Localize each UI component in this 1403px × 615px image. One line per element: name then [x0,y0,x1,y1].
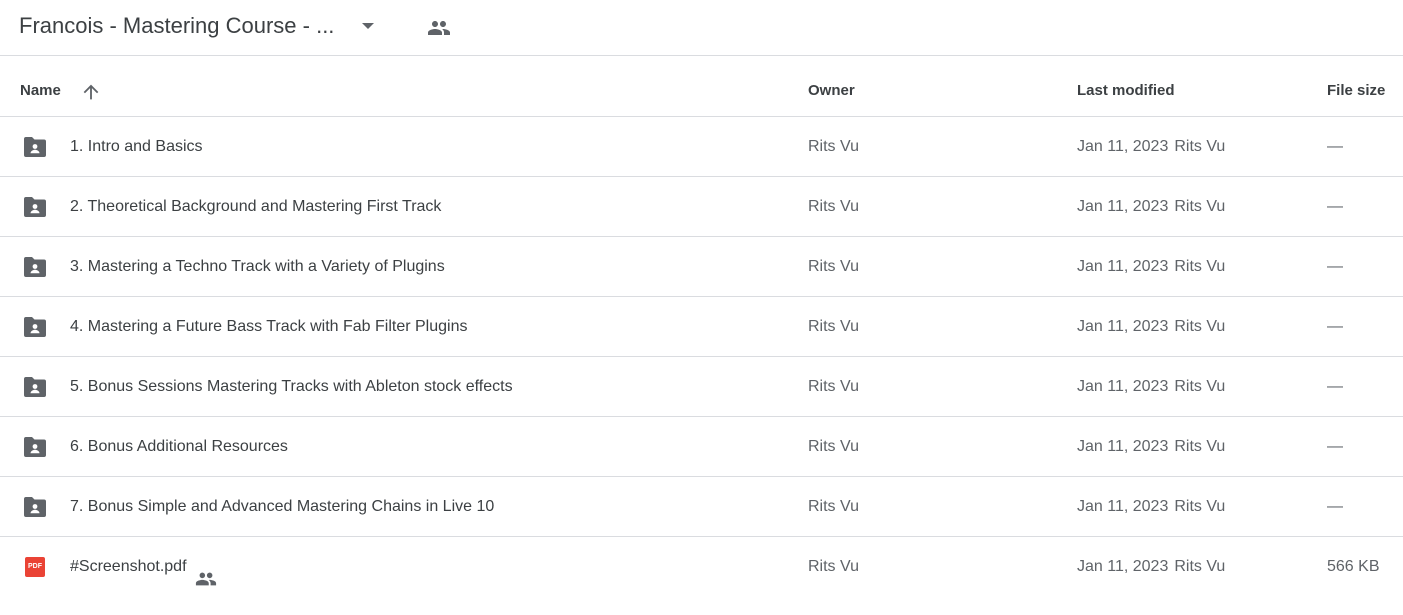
item-name[interactable]: 3. Mastering a Techno Track with a Varie… [70,237,445,296]
item-name-cell[interactable]: 6. Bonus Additional Resources [70,417,288,476]
folder-row[interactable]: 3. Mastering a Techno Track with a Varie… [0,237,1403,297]
folder-row[interactable]: 5. Bonus Sessions Mastering Tracks with … [0,357,1403,417]
folder-title[interactable]: Francois - Mastering Course - ... [19,13,334,39]
owner-cell: Rits Vu [808,498,859,515]
breadcrumb[interactable]: Francois - Mastering Course - ... [19,12,334,40]
shared-people-icon [195,556,217,585]
file-list: 1. Intro and Basics Rits Vu Jan 11, 2023 Ri… [0,117,1403,597]
modified-by: Rits Vu [1174,138,1226,155]
shared-folder-icon [22,255,48,279]
modified-by: Rits Vu [1174,258,1226,275]
folder-row[interactable]: 1. Intro and Basics Rits Vu Jan 11, 2023 Ri… [0,117,1403,177]
folder-row[interactable]: 4. Mastering a Future Bass Track with Fa… [0,297,1403,357]
folder-row[interactable]: 2. Theoretical Background and Mastering … [0,177,1403,237]
file-size-cell: — [1327,138,1343,155]
modified-by: Rits Vu [1174,318,1226,335]
owner-cell: Rits Vu [808,438,859,455]
item-name[interactable]: 7. Bonus Simple and Advanced Mastering C… [70,477,494,536]
item-name-cell[interactable]: 3. Mastering a Techno Track with a Varie… [70,237,445,296]
arrow-drop-down-icon[interactable] [360,20,376,32]
item-name[interactable]: 1. Intro and Basics [70,117,203,176]
shared-folder-icon [22,495,48,519]
modified-by: Rits Vu [1174,378,1226,395]
last-modified-cell: Jan 11, 2023 Rits Vu [1077,297,1225,356]
shared-folder-icon [22,315,48,339]
shared-folder-icon [22,135,48,159]
item-name-cell[interactable]: 1. Intro and Basics [70,117,203,176]
column-header-name[interactable]: Name [20,57,61,116]
column-header-row: Name Owner Last modified File size [0,57,1403,117]
last-modified-cell: Jan 11, 2023 Rits Vu [1077,537,1225,596]
modified-by: Rits Vu [1174,498,1226,515]
item-name[interactable]: 4. Mastering a Future Bass Track with Fa… [70,297,467,356]
owner-cell: Rits Vu [808,258,859,275]
file-size-cell: 566 KB [1327,558,1380,575]
column-header-file-size[interactable]: File size [1327,57,1385,116]
modified-by: Rits Vu [1174,438,1226,455]
modified-date: Jan 11, 2023 [1077,498,1169,515]
shared-folder-icon [22,375,48,399]
top-bar: Francois - Mastering Course - ... [0,0,1403,56]
last-modified-cell: Jan 11, 2023 Rits Vu [1077,237,1225,296]
owner-cell: Rits Vu [808,318,859,335]
file-size-cell: — [1327,498,1343,515]
modified-date: Jan 11, 2023 [1077,378,1169,395]
shared-folder-icon [22,435,48,459]
item-name[interactable]: 5. Bonus Sessions Mastering Tracks with … [70,357,513,416]
item-name[interactable]: 6. Bonus Additional Resources [70,417,288,476]
owner-cell: Rits Vu [808,138,859,155]
item-name-cell[interactable]: 4. Mastering a Future Bass Track with Fa… [70,297,467,356]
folder-row[interactable]: 7. Bonus Simple and Advanced Mastering C… [0,477,1403,537]
item-name-cell[interactable]: 2. Theoretical Background and Mastering … [70,177,441,236]
owner-cell: Rits Vu [808,378,859,395]
last-modified-cell: Jan 11, 2023 Rits Vu [1077,177,1225,236]
last-modified-cell: Jan 11, 2023 Rits Vu [1077,357,1225,416]
file-size-cell: — [1327,378,1343,395]
pdf-file-icon: PDF [25,557,45,577]
column-header-owner[interactable]: Owner [808,57,855,116]
item-name-cell[interactable]: 5. Bonus Sessions Mastering Tracks with … [70,357,513,416]
last-modified-cell: Jan 11, 2023 Rits Vu [1077,477,1225,536]
modified-date: Jan 11, 2023 [1077,318,1169,335]
file-size-cell: — [1327,438,1343,455]
column-header-last-modified[interactable]: Last modified [1077,57,1175,116]
file-row[interactable]: PDF #Screenshot.pdf Rits Vu Jan 11, 2023 Rit… [0,537,1403,597]
modified-date: Jan 11, 2023 [1077,558,1169,575]
item-name[interactable]: #Screenshot.pdf [70,537,187,596]
item-name-cell[interactable]: #Screenshot.pdf [70,537,217,596]
last-modified-cell: Jan 11, 2023 Rits Vu [1077,417,1225,476]
file-size-cell: — [1327,258,1343,275]
sort-ascending-arrow-icon[interactable] [80,81,102,103]
modified-by: Rits Vu [1174,558,1226,575]
owner-cell: Rits Vu [808,198,859,215]
file-size-cell: — [1327,198,1343,215]
file-size-cell: — [1327,318,1343,335]
modified-date: Jan 11, 2023 [1077,258,1169,275]
last-modified-cell: Jan 11, 2023 Rits Vu [1077,117,1225,176]
folder-row[interactable]: 6. Bonus Additional Resources Rits Vu Jan … [0,417,1403,477]
modified-date: Jan 11, 2023 [1077,138,1169,155]
shared-folder-icon [22,195,48,219]
modified-date: Jan 11, 2023 [1077,198,1169,215]
item-name[interactable]: 2. Theoretical Background and Mastering … [70,177,441,236]
item-name-cell[interactable]: 7. Bonus Simple and Advanced Mastering C… [70,477,494,536]
owner-cell: Rits Vu [808,558,859,575]
shared-people-icon[interactable] [427,16,451,40]
modified-date: Jan 11, 2023 [1077,438,1169,455]
modified-by: Rits Vu [1174,198,1226,215]
